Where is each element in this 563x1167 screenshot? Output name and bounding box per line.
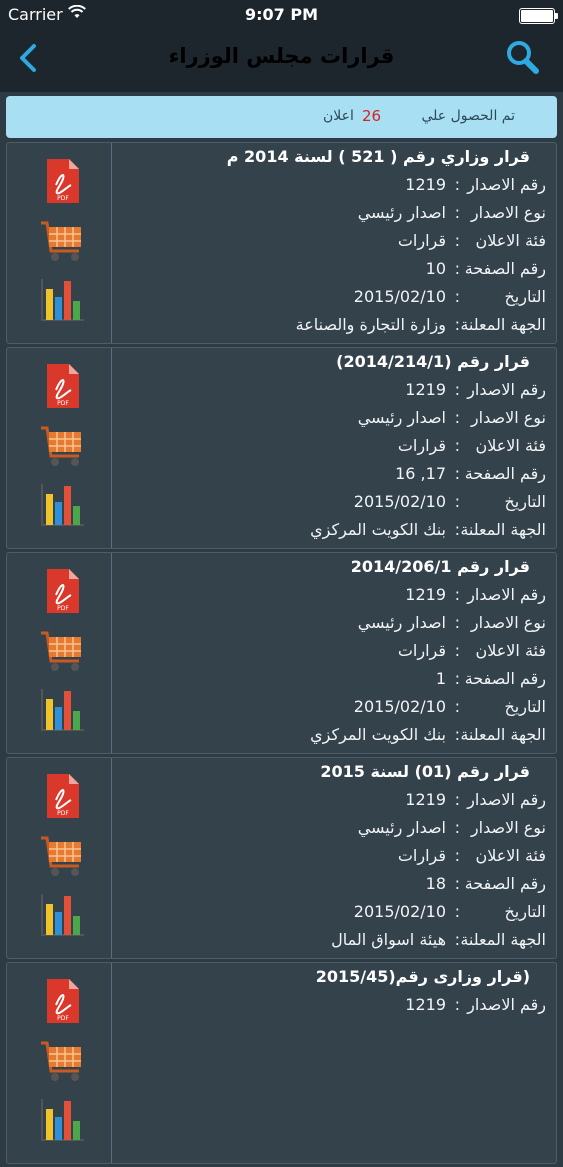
pdf-icon[interactable]: PDF [39, 977, 85, 1025]
item-title: قرار رقم 2014/206/1 [350, 557, 530, 576]
search-icon [507, 41, 539, 74]
bar-chart-icon[interactable] [39, 480, 85, 528]
svg-text:PDF: PDF [57, 605, 69, 612]
row-page: رقم الصفحة:17, 16 [395, 464, 546, 483]
bar-chart-icon[interactable] [39, 685, 85, 733]
row-authority: الجهة المعلنة:بنك الكويت المركزي [310, 725, 546, 744]
row-issue-type: نوع الاصدار:اصدار رئيسي [357, 613, 546, 632]
svg-text:PDF: PDF [57, 195, 69, 202]
page-title: قرارات مجلس الوزراء [168, 44, 395, 68]
bar-chart-icon[interactable] [39, 1095, 85, 1143]
row-category: فئة الاعلان:قرارات [397, 231, 546, 250]
row-issue-type: نوع الاصدار:اصدار رئيسي [357, 408, 546, 427]
row-date: التاريخ:2015/02/10 [353, 902, 546, 921]
svg-text:PDF: PDF [57, 1015, 69, 1022]
item-details: قرار رقم (2014/214/1) رقم الاصدار:1219 ن… [117, 348, 550, 548]
row-date: التاريخ:2015/02/10 [353, 492, 546, 511]
list-item[interactable]: PDF قرار رقم (2014/214/1) رقم الاصدار:12… [6, 347, 557, 549]
row-date: التاريخ:2015/02/10 [353, 287, 546, 306]
row-page: رقم الصفحة:1 [435, 669, 546, 688]
row-issue-type: نوع الاصدار:اصدار رئيسي [357, 818, 546, 837]
item-actions: PDF [7, 963, 112, 1163]
row-page: رقم الصفحة:10 [425, 259, 546, 278]
list-item[interactable]: PDF قرار رقم 2014/206/1 رقم الاصدار:1219… [6, 552, 557, 754]
row-page: رقم الصفحة:18 [425, 874, 546, 893]
item-actions: PDF [7, 348, 112, 548]
cart-icon[interactable] [39, 217, 85, 265]
row-date: التاريخ:2015/02/10 [353, 697, 546, 716]
battery-icon [519, 8, 558, 24]
results-label: تم الحصول علي [421, 108, 515, 124]
row-authority: الجهة المعلنة:هيئة اسواق المال [331, 930, 546, 949]
item-actions: PDF [7, 758, 112, 958]
bar-chart-icon[interactable] [39, 890, 85, 938]
cart-icon[interactable] [39, 832, 85, 880]
row-issue-no: رقم الاصدار:1219 [405, 995, 546, 1014]
row-category: فئة الاعلان:قرارات [397, 641, 546, 660]
list-item[interactable]: PDF قرار وزاري رقم ( 521 ) لسنة 2014 م ر… [6, 142, 557, 344]
results-banner: تم الحصول علي 26 اعلان [6, 96, 557, 138]
row-issue-type: نوع الاصدار:اصدار رئيسي [357, 203, 546, 222]
back-button[interactable] [10, 38, 50, 78]
chevron-left-icon [20, 44, 36, 72]
row-authority: الجهة المعلنة:بنك الكويت المركزي [310, 520, 546, 539]
row-authority: الجهة المعلنة:وزارة التجارة والصناعة [295, 315, 546, 334]
cart-icon[interactable] [39, 627, 85, 675]
row-category: فئة الاعلان:قرارات [397, 436, 546, 455]
row-issue-no: رقم الاصدار:1219 [405, 380, 546, 399]
status-bar: Carrier 9:07 PM [0, 0, 563, 30]
item-title: قرار رقم (01) لسنة 2015 [320, 762, 530, 781]
announcement-list: PDF قرار وزاري رقم ( 521 ) لسنة 2014 م ر… [6, 142, 557, 1167]
item-actions: PDF [7, 553, 112, 753]
pdf-icon[interactable]: PDF [39, 362, 85, 410]
svg-text:PDF: PDF [57, 400, 69, 407]
list-item[interactable]: PDF قرار رقم (01) لسنة 2015 رقم الاصدار:… [6, 757, 557, 959]
nav-bar: قرارات مجلس الوزراء [0, 30, 563, 92]
svg-text:PDF: PDF [57, 810, 69, 817]
item-details: (قرار وزارى رقم(2015/45 رقم الاصدار:1219 [117, 963, 550, 1163]
results-count: 26 [362, 107, 382, 125]
results-unit: اعلان [323, 108, 354, 124]
item-title: قرار وزاري رقم ( 521 ) لسنة 2014 م [226, 147, 530, 166]
pdf-icon[interactable]: PDF [39, 567, 85, 615]
pdf-icon[interactable]: PDF [39, 772, 85, 820]
item-title: (قرار وزارى رقم(2015/45 [315, 967, 530, 986]
item-details: قرار رقم 2014/206/1 رقم الاصدار:1219 نوع… [117, 553, 550, 753]
pdf-icon[interactable]: PDF [39, 157, 85, 205]
cart-icon[interactable] [39, 1037, 85, 1085]
search-button[interactable] [503, 36, 543, 78]
row-category: فئة الاعلان:قرارات [397, 846, 546, 865]
item-details: قرار رقم (01) لسنة 2015 رقم الاصدار:1219… [117, 758, 550, 958]
item-actions: PDF [7, 143, 112, 343]
bar-chart-icon[interactable] [39, 275, 85, 323]
item-title: قرار رقم (2014/214/1) [336, 352, 530, 371]
row-issue-no: رقم الاصدار:1219 [405, 175, 546, 194]
list-item[interactable]: PDF (قرار وزارى رقم(2015/45 رقم الاصدار:… [6, 962, 557, 1164]
clock: 9:07 PM [244, 5, 318, 24]
row-issue-no: رقم الاصدار:1219 [405, 790, 546, 809]
row-issue-no: رقم الاصدار:1219 [405, 585, 546, 604]
item-details: قرار وزاري رقم ( 521 ) لسنة 2014 م رقم ا… [117, 143, 550, 343]
cart-icon[interactable] [39, 422, 85, 470]
